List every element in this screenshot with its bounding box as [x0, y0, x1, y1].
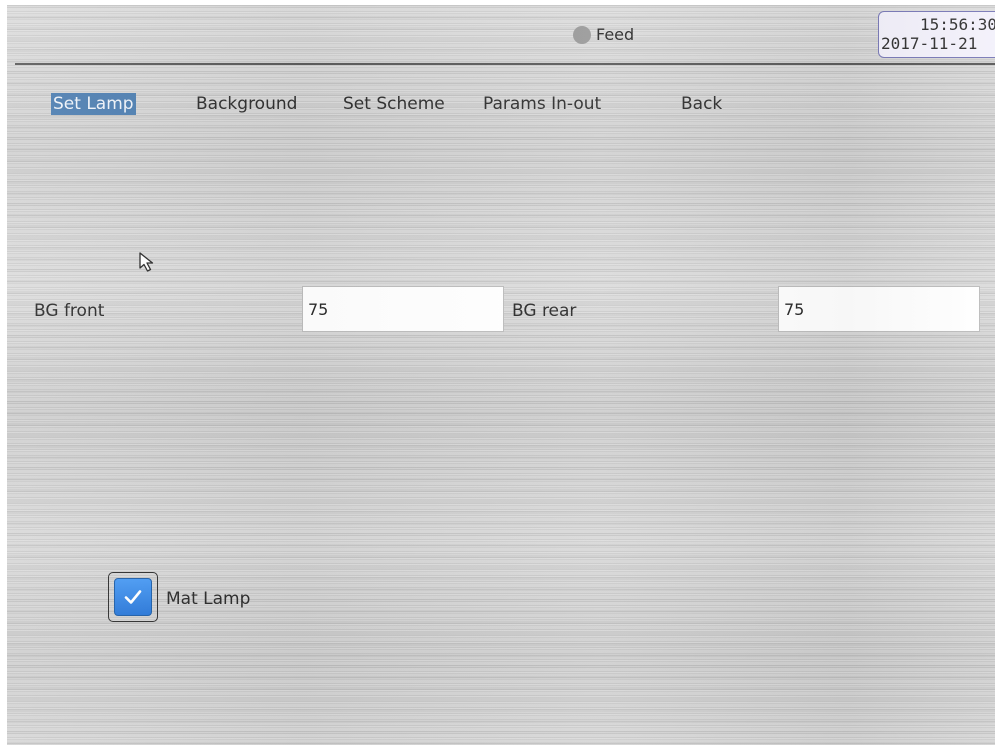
screen: Feed 15:56:30 2017-11-21 Set Lamp Backgr…: [7, 5, 995, 745]
nav-item-set-lamp[interactable]: Set Lamp: [51, 93, 136, 115]
nav-item-set-scheme[interactable]: Set Scheme: [343, 93, 445, 115]
checkmark-icon: [124, 590, 142, 604]
bg-rear-input[interactable]: [778, 286, 980, 332]
bg-rear-label: BG rear: [512, 301, 577, 321]
clock-date: 2017-11-21: [881, 34, 978, 53]
mat-lamp-checkbox[interactable]: [108, 572, 158, 622]
nav-item-background[interactable]: Background: [196, 93, 297, 115]
bg-front-label: BG front: [34, 301, 105, 321]
nav-item-params-in-out[interactable]: Params In-out: [483, 93, 601, 115]
header-divider: [15, 63, 995, 65]
mat-lamp-label: Mat Lamp: [166, 589, 251, 609]
status-label: Feed: [596, 25, 635, 44]
clock: 15:56:30 2017-11-21: [878, 11, 995, 58]
nav-item-back[interactable]: Back: [681, 93, 722, 115]
status-dot-icon: [573, 25, 591, 44]
clock-time: 15:56:30: [919, 15, 995, 34]
arrow-pointer-icon: [137, 251, 159, 279]
status-indicator: Feed: [573, 25, 634, 44]
bg-front-input[interactable]: [302, 286, 504, 332]
checkbox-box: [114, 578, 152, 616]
